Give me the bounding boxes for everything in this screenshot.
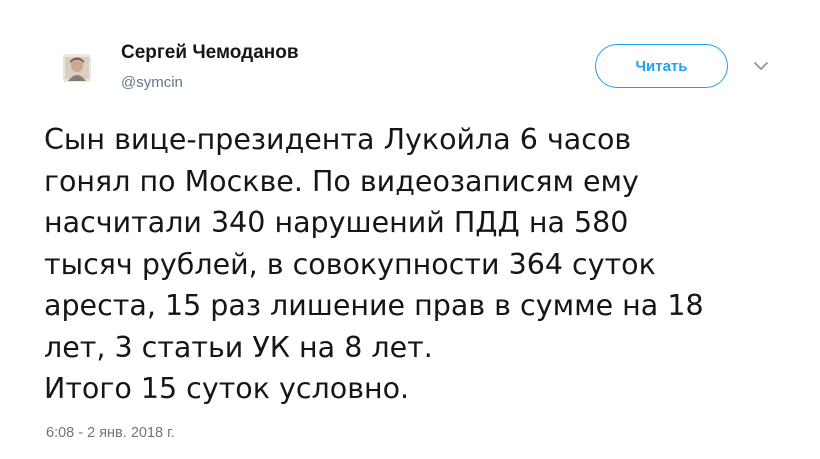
tweet-text-line: Итого 15 суток условно. [44,372,410,405]
user-handle[interactable]: @symcin [121,74,183,91]
tweet-text-line: насчитали 340 нарушений ПДД на 580 [44,206,629,239]
avatar-image [63,54,91,82]
follow-button[interactable]: Читать [595,44,728,88]
avatar[interactable] [63,54,91,82]
tweet-card: Сергей Чемоданов @symcin Читать Сын вице… [0,0,820,459]
chevron-down-icon[interactable] [752,58,770,74]
tweet-text: Сын вице-президента Лукойла 6 часов гоня… [44,119,804,410]
tweet-text-line: тысяч рублей, в совокупности 364 суток [44,247,656,281]
tweet-text-line: Сын вице-президента Лукойла 6 часов [44,123,632,156]
tweet-text-line: лет, 3 статьи УК на 8 лет. [44,330,433,364]
tweet-text-line: гонял по Москве. По видеозаписям ему [44,164,639,198]
tweet-timestamp[interactable]: 6:08 - 2 янв. 2018 г. [46,425,175,441]
user-name[interactable]: Сергей Чемоданов [121,42,299,64]
tweet-text-line: ареста, 15 раз лишение прав в сумме на 1… [44,289,704,322]
